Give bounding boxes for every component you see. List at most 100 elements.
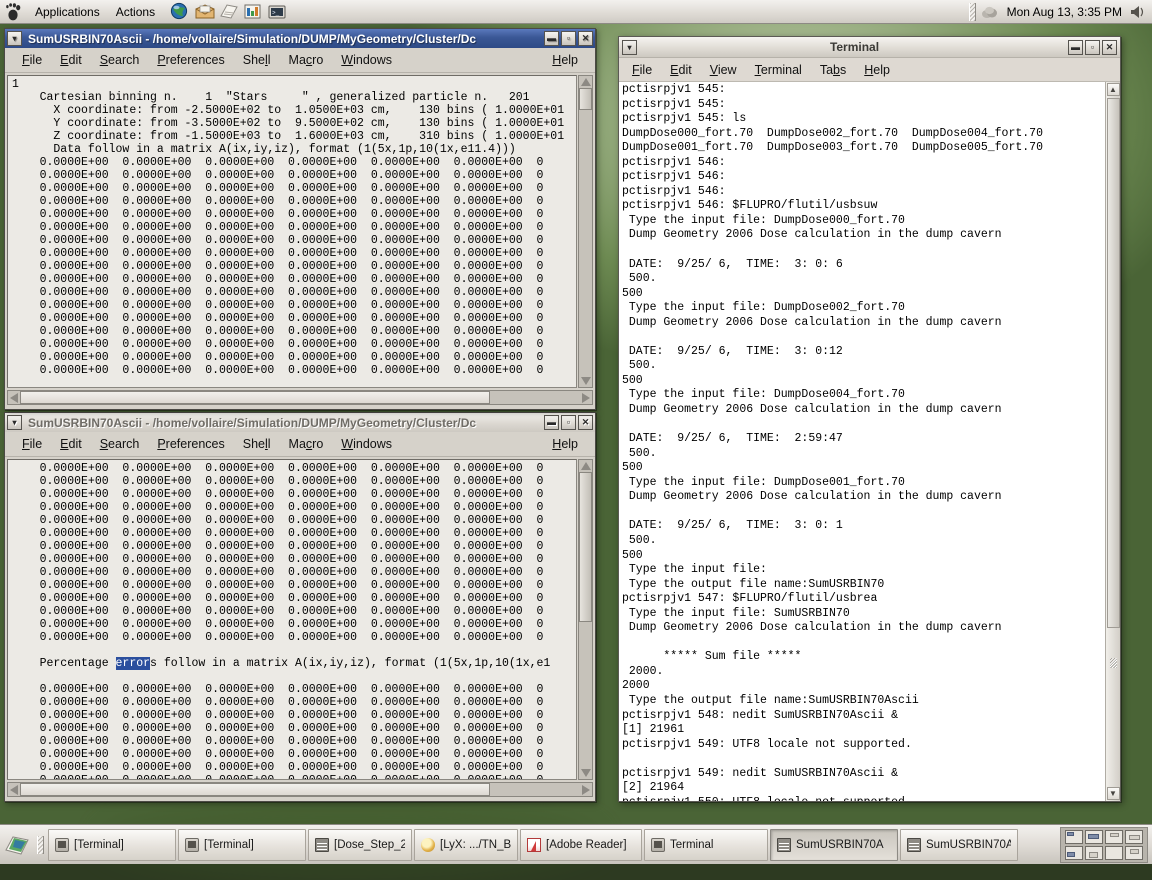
taskbar-item[interactable]: Terminal [644, 828, 768, 861]
terminal-output[interactable]: pctisrpjv1 545: pctisrpjv1 545: pctisrpj… [619, 82, 1105, 801]
menu-shell[interactable]: Shell [234, 51, 280, 69]
scroll-thumb[interactable] [579, 88, 592, 110]
nedit2-hscrollbar[interactable] [7, 782, 593, 797]
close-button[interactable]: ✕ [578, 31, 593, 46]
minimize-button[interactable]: ▬ [544, 415, 559, 430]
scroll-thumb[interactable] [20, 783, 490, 796]
terminal-scrollbar[interactable]: ▲ ▼ [1105, 82, 1120, 801]
menu-help[interactable]: Help [855, 61, 899, 79]
taskbar-item[interactable]: [Terminal] [48, 828, 176, 861]
menu-file[interactable]: File [13, 435, 51, 453]
scroll-thumb[interactable] [1106, 98, 1120, 628]
workspace-1[interactable] [1065, 829, 1083, 844]
scroll-right-arrow[interactable] [582, 392, 590, 403]
maximize-button[interactable]: ▫ [561, 31, 576, 46]
scroll-left-arrow[interactable] [10, 392, 18, 403]
nedit-window-icon [777, 837, 791, 852]
menu-search[interactable]: Search [91, 51, 149, 69]
window-menu-button[interactable]: ▾ [7, 415, 22, 430]
nedit1-hscrollbar[interactable] [7, 390, 593, 405]
taskbar-item[interactable]: [Adobe Reader] [520, 828, 642, 861]
menu-help[interactable]: Help [543, 435, 587, 453]
scroll-thumb[interactable] [579, 472, 592, 622]
email-icon[interactable] [194, 2, 216, 22]
taskbar-item-label: [LyX: .../TN_Bea [440, 838, 511, 851]
workspace-switcher[interactable] [1060, 826, 1148, 863]
menu-file[interactable]: File [13, 51, 51, 69]
scroll-thumb[interactable] [20, 391, 490, 404]
menu-preferences[interactable]: Preferences [148, 51, 233, 69]
close-button[interactable]: ✕ [1102, 39, 1117, 55]
scroll-up-arrow[interactable] [580, 462, 591, 470]
maximize-button[interactable]: ▫ [561, 415, 576, 430]
close-button[interactable]: ✕ [578, 415, 593, 430]
scroll-right-arrow[interactable] [582, 784, 590, 795]
nedit1-title: SumUSRBIN70Ascii - /home/vollaire/Simula… [28, 31, 477, 46]
speaker-icon[interactable] [1128, 3, 1146, 21]
nedit1-vscrollbar[interactable] [578, 75, 593, 388]
menu-macro[interactable]: Macro [280, 435, 333, 453]
menu-tabs[interactable]: Tabs [811, 61, 855, 79]
menu-shell[interactable]: Shell [234, 435, 280, 453]
workspace-8[interactable] [1125, 845, 1143, 860]
scroll-grip [1109, 658, 1117, 668]
terminal-icon[interactable]: >_ [266, 2, 288, 22]
actions-menu[interactable]: Actions [108, 3, 163, 21]
workspace-6[interactable] [1085, 845, 1103, 860]
workspace-2[interactable] [1085, 829, 1103, 844]
window-menu-button[interactable]: ▾ [7, 31, 22, 46]
menu-macro[interactable]: Macro [280, 51, 333, 69]
bottom-panel: [Terminal] [Terminal] [Dose_Step_26_([LyX:… [0, 824, 1152, 864]
nedit-window-2[interactable]: ▾ SumUSRBIN70Ascii - /home/vollaire/Simu… [4, 412, 596, 802]
menu-windows[interactable]: Windows [332, 435, 401, 453]
nedit2-vscrollbar[interactable] [578, 459, 593, 780]
taskbar-handle[interactable] [37, 835, 44, 854]
nedit2-titlebar[interactable]: ▾ SumUSRBIN70Ascii - /home/vollaire/Simu… [5, 413, 595, 432]
nedit2-text-area[interactable]: 0.0000E+00 0.0000E+00 0.0000E+00 0.0000E… [7, 459, 577, 780]
cloud-icon[interactable] [979, 2, 1001, 22]
web-browser-icon[interactable] [170, 2, 192, 22]
workspace-3[interactable] [1105, 829, 1123, 844]
workspace-7[interactable] [1105, 845, 1123, 860]
show-desktop-icon[interactable] [0, 829, 34, 861]
scroll-left-arrow[interactable] [10, 784, 18, 795]
minimize-button[interactable]: ▬ [544, 31, 559, 46]
menu-search[interactable]: Search [91, 435, 149, 453]
clock[interactable]: Mon Aug 13, 3:35 PM [1001, 5, 1128, 19]
nedit1-text-area[interactable]: 1 Cartesian binning n. 1 "Stars " , gene… [7, 75, 577, 388]
scroll-down-arrow[interactable] [580, 377, 591, 385]
nedit-window-1[interactable]: ▾ SumUSRBIN70Ascii - /home/vollaire/Simu… [4, 28, 596, 410]
workspace-4[interactable] [1125, 829, 1143, 844]
menu-edit[interactable]: Edit [51, 435, 91, 453]
spreadsheet-icon[interactable] [242, 2, 264, 22]
scroll-up-button[interactable]: ▲ [1106, 83, 1120, 96]
terminal-titlebar[interactable]: ▾ Terminal ▬ ▫ ✕ [619, 37, 1120, 58]
scroll-track[interactable] [1106, 98, 1120, 785]
terminal-window[interactable]: ▾ Terminal ▬ ▫ ✕ FFileile Edit View Term… [618, 36, 1121, 802]
scroll-up-arrow[interactable] [580, 78, 591, 86]
menu-windows[interactable]: Windows [332, 51, 401, 69]
taskbar-item[interactable]: SumUSRBIN70A [770, 828, 898, 861]
window-menu-button[interactable]: ▾ [622, 39, 637, 55]
menu-terminal[interactable]: Terminal [746, 61, 811, 79]
panel-handle[interactable] [968, 2, 976, 21]
menu-help[interactable]: Help [543, 51, 587, 69]
minimize-button[interactable]: ▬ [1068, 39, 1083, 55]
taskbar-item[interactable]: SumUSRBIN70A [900, 828, 1018, 861]
workspace-5[interactable] [1065, 845, 1083, 860]
scroll-down-arrow[interactable] [580, 769, 591, 777]
menu-view[interactable]: View [701, 61, 746, 79]
gnome-foot-icon[interactable] [4, 2, 26, 22]
taskbar-item[interactable]: [Dose_Step_26_( [308, 828, 412, 861]
menu-preferences[interactable]: Preferences [148, 435, 233, 453]
scroll-down-button[interactable]: ▼ [1106, 787, 1120, 800]
taskbar-item[interactable]: [Terminal] [178, 828, 306, 861]
menu-edit[interactable]: Edit [51, 51, 91, 69]
text-editor-icon[interactable] [218, 2, 240, 22]
taskbar-item[interactable]: [LyX: .../TN_Bea [414, 828, 518, 861]
maximize-button[interactable]: ▫ [1085, 39, 1100, 55]
nedit1-titlebar[interactable]: ▾ SumUSRBIN70Ascii - /home/vollaire/Simu… [5, 29, 595, 48]
menu-edit[interactable]: Edit [661, 61, 701, 79]
menu-file[interactable]: FFileile [623, 61, 661, 79]
applications-menu[interactable]: Applications [27, 3, 108, 21]
